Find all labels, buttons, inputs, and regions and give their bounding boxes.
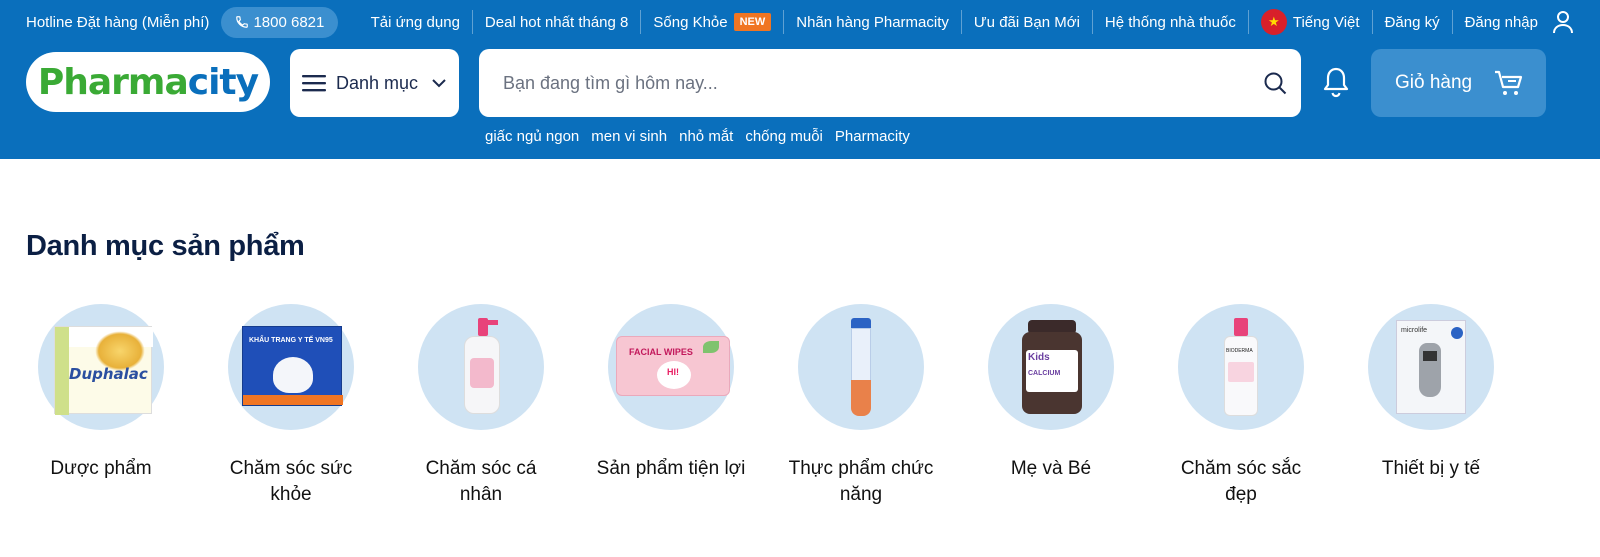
calcium-text: CALCIUM xyxy=(1028,370,1061,377)
cart-button[interactable]: Giỏ hàng xyxy=(1371,49,1546,117)
search-icon[interactable] xyxy=(1263,71,1287,95)
category-image: Duphalac xyxy=(38,304,164,430)
link-label: Hệ thống nhà thuốc xyxy=(1104,13,1236,31)
category-item-san-pham-tien-loi[interactable]: FACIAL WIPES HI! Sản phẩm tiện lợi xyxy=(576,304,766,482)
wipes-hi-text: HI! xyxy=(667,367,679,377)
mask-box-text: KHẨU TRANG Y TẾ VN95 xyxy=(249,337,333,344)
suggestion-item[interactable]: men vi sinh xyxy=(591,128,667,145)
new-badge: NEW xyxy=(733,13,772,31)
hotline-number: 1800 6821 xyxy=(253,13,325,31)
wipes-text: FACIAL WIPES xyxy=(629,347,693,357)
microlife-text: microlife xyxy=(1401,327,1428,334)
category-menu-label: Danh mục xyxy=(336,72,419,93)
pharmacity-logo[interactable]: Pharma city xyxy=(26,52,270,112)
category-item-thiet-bi-y-te[interactable]: microlife Thiết bị y tế xyxy=(1336,304,1526,482)
chevron-down-icon xyxy=(432,78,446,87)
pump-bottle-image xyxy=(462,318,502,414)
link-pharmacity-brand[interactable]: Nhãn hàng Pharmacity xyxy=(784,10,962,34)
effervescent-tube-image xyxy=(851,318,871,416)
category-image: microlife xyxy=(1368,304,1494,430)
link-label: Deal hot nhất tháng 8 xyxy=(484,13,629,31)
face-mask-box-image: KHẨU TRANG Y TẾ VN95 xyxy=(242,326,343,406)
category-image: BIODERMA xyxy=(1178,304,1304,430)
category-item-cham-soc-suc-khoe[interactable]: KHẨU TRANG Y TẾ VN95 Chăm sóc sức khỏe xyxy=(196,304,386,508)
category-label: Sản phẩm tiện lợi xyxy=(596,458,746,479)
category-label: Chăm sóc cá nhân xyxy=(425,458,537,505)
vietnam-flag-icon: ★ xyxy=(1260,9,1287,35)
kids-text: Kids xyxy=(1028,352,1050,363)
phone-icon xyxy=(236,16,249,28)
category-item-duoc-pham[interactable]: Duphalac Dược phẩm xyxy=(6,304,196,482)
cart-label: Giỏ hàng xyxy=(1395,72,1473,93)
link-deal-hot[interactable]: Deal hot nhất tháng 8 xyxy=(473,10,642,34)
link-download-app[interactable]: Tải ứng dụng xyxy=(359,10,473,34)
category-label: Thiết bị y tế xyxy=(1381,458,1481,479)
login-link[interactable]: Đăng nhập xyxy=(1453,10,1574,34)
category-label: Chăm sóc sức khỏe xyxy=(229,458,353,505)
category-menu-button[interactable]: Danh mục xyxy=(290,49,459,117)
language-selector[interactable]: ★ Tiếng Việt xyxy=(1249,9,1373,35)
category-image xyxy=(798,304,924,430)
hotline-label: Hotline Đặt hàng (Miễn phí) xyxy=(26,13,210,31)
register-link[interactable]: Đăng ký xyxy=(1373,10,1453,34)
link-label: Nhãn hàng Pharmacity xyxy=(796,13,949,31)
link-store-system[interactable]: Hệ thống nhà thuốc xyxy=(1093,10,1249,34)
cart-icon xyxy=(1495,70,1523,95)
category-label: Dược phẩm xyxy=(50,458,152,479)
suggestion-item[interactable]: giấc ngủ ngon xyxy=(485,128,579,145)
category-image: KHẨU TRANG Y TẾ VN95 xyxy=(228,304,354,430)
top-links: Tải ứng dụng Deal hot nhất tháng 8 Sống … xyxy=(359,6,1574,38)
search-input[interactable] xyxy=(503,72,1263,94)
duphalac-text: Duphalac xyxy=(69,365,148,383)
register-label: Đăng ký xyxy=(1384,13,1440,31)
suggestion-item[interactable]: Pharmacity xyxy=(835,128,910,145)
link-label: Ưu đãi Bạn Mới xyxy=(973,13,1080,31)
category-label: Mẹ và Bé xyxy=(1010,458,1092,479)
link-new-customer-offer[interactable]: Ưu đãi Bạn Mới xyxy=(962,10,1093,34)
category-label: Thực phẩm chức năng xyxy=(788,458,934,505)
category-item-cham-soc-sac-dep[interactable]: BIODERMA Chăm sóc sắc đẹp xyxy=(1146,304,1336,508)
thermometer-box-image: microlife xyxy=(1396,320,1466,414)
category-image: FACIAL WIPES HI! xyxy=(608,304,734,430)
category-item-thuc-pham-chuc-nang[interactable]: Thực phẩm chức năng xyxy=(766,304,956,508)
link-song-khoe[interactable]: Sống Khỏe NEW xyxy=(641,10,785,34)
search-bar xyxy=(479,49,1301,117)
logo-text-pharma: Pharma xyxy=(37,61,189,103)
hamburger-icon xyxy=(302,75,326,92)
link-label: Sống Khỏe xyxy=(653,13,728,31)
suggestion-item[interactable]: nhỏ mắt xyxy=(679,128,733,145)
facial-wipes-pack-image: FACIAL WIPES HI! xyxy=(616,336,730,396)
bioderma-text: BIODERMA xyxy=(1226,348,1253,354)
duphalac-box-image: Duphalac xyxy=(54,326,153,415)
search-suggestions: giấc ngủ ngon men vi sinh nhỏ mắt chống … xyxy=(485,128,910,145)
login-label: Đăng nhập xyxy=(1464,13,1538,31)
category-label: Chăm sóc sắc đẹp xyxy=(1180,458,1302,505)
category-item-me-va-be[interactable]: Kids CALCIUM Mẹ và Bé xyxy=(956,304,1146,482)
link-label: Tải ứng dụng xyxy=(370,13,460,31)
category-item-cham-soc-ca-nhan[interactable]: Chăm sóc cá nhân xyxy=(386,304,576,508)
language-label: Tiếng Việt xyxy=(1292,13,1360,31)
logo-text-city: city xyxy=(187,61,259,103)
category-image: Kids CALCIUM xyxy=(988,304,1114,430)
micellar-bottle-image: BIODERMA xyxy=(1224,318,1258,416)
hotline-button[interactable]: 1800 6821 xyxy=(221,6,339,38)
calcium-jar-image: Kids CALCIUM xyxy=(1022,320,1082,414)
category-image xyxy=(418,304,544,430)
user-icon xyxy=(1553,11,1573,34)
suggestion-item[interactable]: chống muỗi xyxy=(745,128,823,145)
bell-icon xyxy=(1323,67,1349,98)
notification-button[interactable] xyxy=(1320,66,1352,105)
section-title: Danh mục sản phẩm xyxy=(26,230,305,262)
site-header: Hotline Đặt hàng (Miễn phí) 1800 6821 Tả… xyxy=(0,0,1600,159)
